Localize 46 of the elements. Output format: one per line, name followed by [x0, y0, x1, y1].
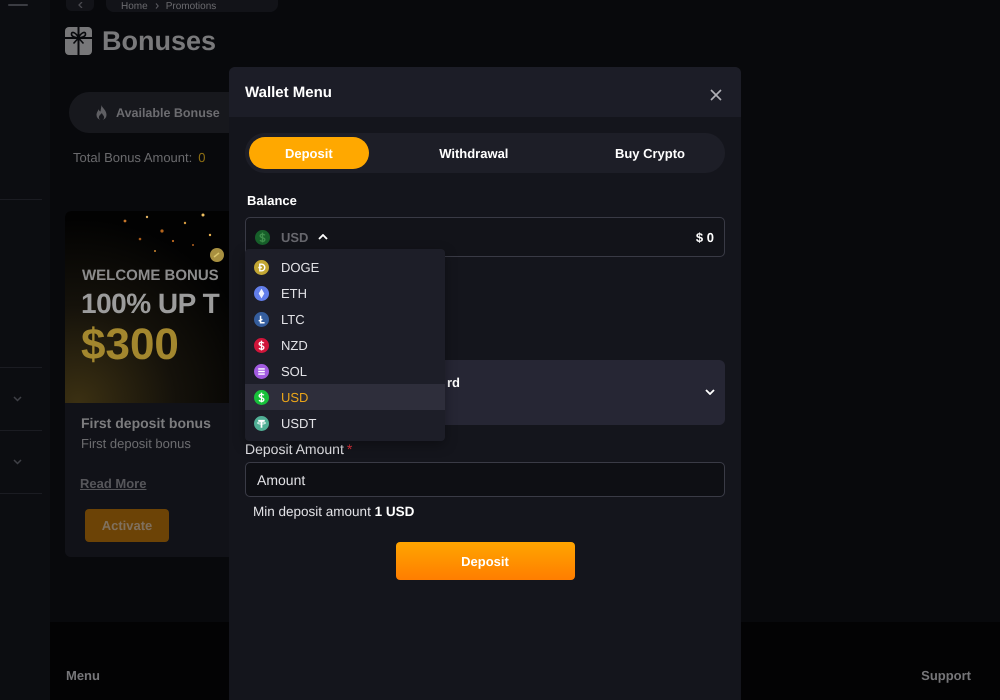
total-value: 0	[198, 150, 206, 166]
currency-option[interactable]: LTC	[245, 306, 445, 332]
close-icon	[710, 89, 722, 101]
selected-currency: USD	[281, 230, 308, 244]
required-mark: *	[346, 441, 352, 457]
dollar-coin-icon	[255, 230, 270, 244]
min-deposit-note: Min deposit amount 1 USD	[252, 504, 416, 520]
chevron-down-icon[interactable]	[13, 396, 22, 402]
footer-heading: Support	[921, 668, 971, 684]
chevron-down-icon[interactable]	[13, 459, 22, 465]
modal-title: Wallet Menu	[245, 84, 332, 100]
banner-text: WELCOME BONUS	[82, 267, 220, 285]
card-description: First deposit bonus	[81, 436, 192, 452]
page-title: Bonuses	[102, 27, 216, 55]
footer-heading: Menu	[66, 668, 100, 684]
tab[interactable]: Buy Crypto	[578, 137, 721, 169]
payment-method-label: rd	[447, 375, 460, 391]
currency-option[interactable]: SOL	[245, 358, 445, 384]
gift-icon	[65, 27, 92, 55]
amount-input[interactable]: Amount	[245, 462, 725, 497]
field-label: Deposit Amount	[245, 441, 344, 457]
card-title: First deposit bonus	[81, 414, 212, 432]
back-button[interactable]	[66, 0, 94, 11]
currency-option[interactable]: NZD	[245, 332, 445, 358]
currency-code: SOL	[281, 364, 308, 378]
tab[interactable]: Withdrawal	[403, 137, 544, 169]
total-label: Total Bonus Amount:	[73, 150, 192, 166]
currency-code: USD	[281, 390, 308, 404]
currency-code: ETH	[281, 286, 307, 300]
flame-icon	[95, 104, 108, 120]
close-button[interactable]	[710, 89, 722, 101]
chevron-right-icon	[154, 3, 159, 9]
banner-text: $300	[81, 322, 180, 368]
field-label: Balance	[247, 193, 298, 209]
breadcrumb-current: Promotions	[166, 0, 216, 12]
currency-code: NZD	[281, 338, 308, 352]
currency-option[interactable]: USD	[245, 384, 445, 410]
chevron-down-icon	[705, 389, 715, 395]
banner-text: 100% UP T	[81, 288, 220, 320]
currency-option[interactable]: DOGE	[245, 254, 445, 280]
currency-code: DOGE	[281, 260, 320, 274]
balance-amount: $ 0	[696, 230, 714, 244]
currency-select[interactable]: USD $ 0	[245, 217, 725, 257]
currency-code: LTC	[281, 312, 305, 326]
currency-option[interactable]: ETH	[245, 280, 445, 306]
chevron-left-icon	[78, 2, 82, 8]
